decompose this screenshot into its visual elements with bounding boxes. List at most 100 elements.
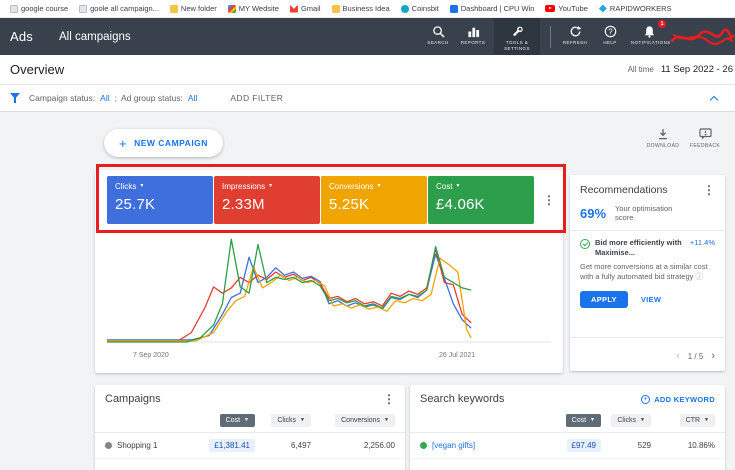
table-row: [vegan gifts] £97.49 529 10.86% — [410, 433, 725, 459]
help-button[interactable]: ? HELP — [596, 18, 624, 56]
cost-cell: £97.49 — [567, 439, 601, 452]
bookmark-label: YouTube — [558, 4, 587, 13]
google-ads-overview-screen: google course goole all campaign... New … — [0, 0, 735, 470]
divider — [570, 230, 725, 231]
table-row: Shopping 1 £1,381.41 6,497 2,256.00 — [95, 433, 405, 459]
bookmark-item[interactable]: Business Idea — [332, 4, 390, 13]
metrics-row: Clicks▼ 25.7K Impressions▼ 2.33M Convers… — [107, 176, 535, 224]
svg-text:?: ? — [608, 27, 613, 36]
column-select-conversions[interactable]: Conversions▼ — [335, 414, 395, 427]
overview-bar: Overview All time 11 Sep 2022 - 26 — [0, 55, 735, 85]
bookmark-item[interactable]: New folder — [170, 4, 217, 13]
metric-value: 2.33M — [222, 196, 312, 213]
overview-chart — [107, 232, 551, 346]
dropdown-arrow-icon: ▼ — [268, 184, 273, 189]
bookmark-item[interactable]: Gmail — [290, 4, 321, 13]
apply-button[interactable]: APPLY — [580, 291, 628, 308]
bookmark-label: New folder — [181, 4, 217, 13]
status-dot — [420, 442, 427, 449]
campaign-name-link[interactable]: Shopping 1 — [117, 441, 157, 450]
tools-settings-button[interactable]: TOOLS & SETTINGS — [494, 18, 540, 56]
ads-logo[interactable]: Ads — [10, 29, 33, 44]
help-label: HELP — [603, 40, 616, 46]
download-button[interactable]: DOWNLOAD — [640, 128, 686, 149]
dropdown-arrow-icon: ▼ — [384, 418, 389, 423]
bookmark-item[interactable]: MY Wedsite — [228, 4, 279, 13]
view-button[interactable]: VIEW — [641, 295, 661, 304]
ctr-cell: 10.86% — [688, 441, 715, 450]
notifications-button[interactable]: 1 NOTIFICATIONS — [631, 18, 667, 56]
document-icon — [10, 5, 18, 13]
youtube-icon — [545, 5, 555, 12]
tools-icon — [511, 25, 524, 38]
header-divider — [550, 26, 551, 48]
metric-card-impressions[interactable]: Impressions▼ 2.33M — [214, 176, 320, 224]
metric-value: 25.7K — [115, 196, 205, 213]
add-keyword-button[interactable]: + ADD KEYWORD — [641, 395, 715, 404]
score-label: Your optimisation score — [615, 204, 689, 223]
bookmark-item[interactable]: Dashboard | CPU Win — [450, 4, 535, 13]
date-range-selector[interactable]: All time 11 Sep 2022 - 26 — [628, 64, 735, 75]
dropdown-arrow-icon: ▼ — [640, 418, 645, 423]
column-label: CTR — [686, 417, 700, 424]
date-range-value: 11 Sep 2022 - 26 — [661, 64, 733, 75]
notifications-label: NOTIFICATIONS — [631, 40, 667, 46]
feedback-button[interactable]: FEEDBACK — [682, 128, 728, 149]
feedback-label: FEEDBACK — [690, 143, 720, 149]
info-icon[interactable]: ⓘ — [696, 272, 704, 281]
refresh-icon — [569, 25, 582, 38]
bookmark-item[interactable]: Coinsbit — [401, 4, 439, 13]
chart-series-clicks — [107, 254, 471, 340]
dropdown-arrow-icon: ▼ — [590, 418, 595, 423]
bookmark-item[interactable]: goole all campaign... — [79, 4, 159, 13]
metric-card-conversions[interactable]: Conversions▼ 5.25K — [321, 176, 427, 224]
column-select-clicks[interactable]: Clicks▼ — [271, 414, 311, 427]
campaign-status-label: Campaign status: — [29, 93, 95, 103]
metric-card-clicks[interactable]: Clicks▼ 25.7K — [107, 176, 213, 224]
chart-series-impressions — [107, 249, 471, 341]
section-title: Overview — [10, 62, 64, 77]
recommendations-menu-icon[interactable]: ⋮ — [703, 184, 715, 196]
conversions-cell: 2,256.00 — [364, 441, 395, 450]
overview-card-menu-icon[interactable]: ⋮ — [543, 194, 555, 206]
x-axis-tick-start: 7 Sep 2020 — [133, 352, 169, 359]
bookmark-label: goole all campaign... — [90, 4, 159, 13]
campaigns-menu-icon[interactable]: ⋮ — [383, 393, 395, 405]
column-select-cost[interactable]: Cost▼ — [566, 414, 601, 427]
add-filter-button[interactable]: ADD FILTER — [230, 93, 283, 103]
metric-card-cost[interactable]: Cost▼ £4.06K — [428, 176, 534, 224]
overview-chart-card: Clicks▼ 25.7K Impressions▼ 2.33M Convers… — [95, 170, 563, 373]
chart-series-conversions — [107, 258, 471, 341]
bookmark-label: google course — [21, 4, 68, 13]
refresh-button[interactable]: REFRESH — [561, 18, 589, 56]
pager-previous-icon[interactable]: ‹ — [676, 351, 680, 362]
plus-circle-icon: + — [641, 395, 650, 404]
bookmark-item[interactable]: google course — [10, 4, 68, 13]
bookmark-label: Coinsbit — [412, 4, 439, 13]
search-keywords-panel: Search keywords + ADD KEYWORD Cost▼ Clic… — [410, 385, 725, 470]
collapse-chevron-icon[interactable] — [710, 95, 718, 103]
bookmark-label: RAPIDWORKERS — [610, 4, 672, 13]
new-campaign-button[interactable]: + NEW CAMPAIGN — [104, 129, 223, 157]
column-select-ctr[interactable]: CTR▼ — [680, 414, 715, 427]
bookmark-item[interactable]: RAPIDWORKERS — [599, 4, 672, 13]
notification-badge: 1 — [658, 20, 666, 28]
column-select-clicks[interactable]: Clicks▼ — [611, 414, 651, 427]
search-button[interactable]: SEARCH — [424, 18, 452, 56]
adgroup-status-value-link[interactable]: All — [188, 93, 197, 103]
dropdown-arrow-icon: ▼ — [139, 184, 144, 189]
keyword-link[interactable]: [vegan gifts] — [432, 441, 475, 450]
cost-cell: £1,381.41 — [209, 439, 255, 452]
filter-separator: ; — [115, 93, 117, 103]
campaign-status-value-link[interactable]: All — [100, 93, 109, 103]
dropdown-arrow-icon: ▼ — [376, 184, 381, 189]
filter-bar: Campaign status: All ; Ad group status: … — [0, 85, 735, 112]
tools-settings-label: TOOLS & SETTINGS — [499, 40, 535, 53]
column-select-cost[interactable]: Cost▼ — [220, 414, 255, 427]
recommendations-card: Recommendations ⋮ 69% Your optimisation … — [570, 175, 725, 371]
app-header: Ads All campaigns SEARCH REPORTS TOOLS &… — [0, 18, 735, 55]
pager-next-icon[interactable]: › — [711, 351, 715, 362]
reports-button[interactable]: REPORTS — [459, 18, 487, 56]
bookmark-item[interactable]: YouTube — [545, 4, 587, 13]
dropdown-arrow-icon: ▼ — [244, 418, 249, 423]
